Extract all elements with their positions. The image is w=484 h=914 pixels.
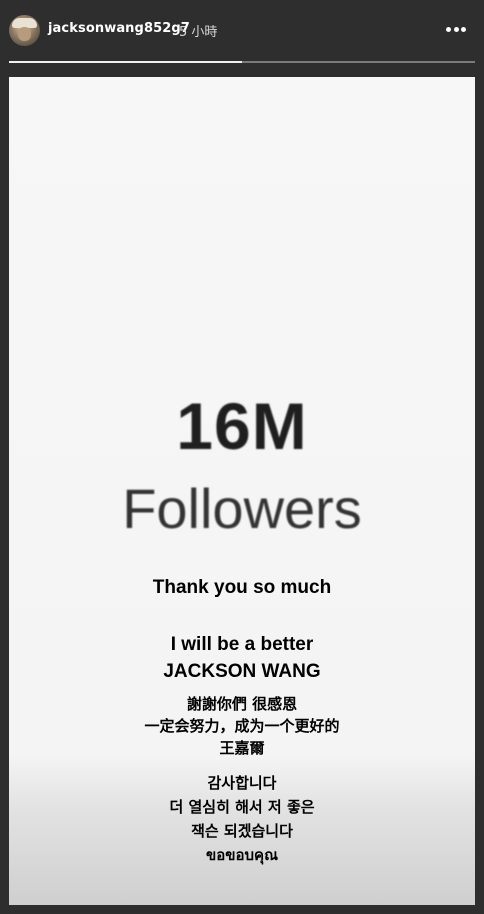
chinese-line-3: 王嘉爾 (219, 739, 265, 757)
thai-text: ขอขอบคุณ (206, 846, 278, 864)
chinese-line-2: 一定会努力，成为一个更好的 (144, 717, 340, 735)
story-content[interactable]: 16M Followers Thank you so much I will b… (9, 77, 475, 905)
korean-line-3: 잭슨 되겠습니다 (191, 822, 293, 840)
promise-text: I will be a better JACKSON WANG (9, 631, 475, 685)
timestamp: 5 小時 (179, 25, 218, 40)
promise-line-2: JACKSON WANG (163, 661, 321, 682)
avatar[interactable] (9, 15, 40, 46)
avatar-face (18, 27, 31, 41)
story-header: jacksonwang852g7 5 小時 (0, 0, 484, 62)
follower-count: 16M (176, 389, 308, 463)
follower-label: Followers (122, 477, 362, 540)
story-progress-fill (9, 61, 242, 63)
dot (446, 27, 451, 32)
promise-line-1: I will be a better (170, 634, 314, 655)
korean-line-1: 감사합니다 (207, 774, 277, 792)
thank-you-text: Thank you so much (152, 577, 332, 598)
chinese-text: 謝謝你們 很感恩 一定会努力，成为一个更好的 王嘉爾 (9, 693, 475, 759)
chinese-line-1: 謝謝你們 很感恩 (186, 695, 298, 713)
korean-text: 감사합니다 더 열심히 해서 저 좋은 잭슨 되겠습니다 (9, 771, 475, 843)
korean-line-2: 더 열심히 해서 저 좋은 (169, 798, 315, 816)
username[interactable]: jacksonwang852g7 (48, 21, 190, 36)
story-viewer: jacksonwang852g7 5 小時 16M Followers Than… (0, 0, 484, 914)
dot (461, 27, 466, 32)
story-progress-bar (9, 61, 475, 63)
more-dots-icon[interactable] (446, 27, 466, 33)
dot (453, 27, 459, 32)
